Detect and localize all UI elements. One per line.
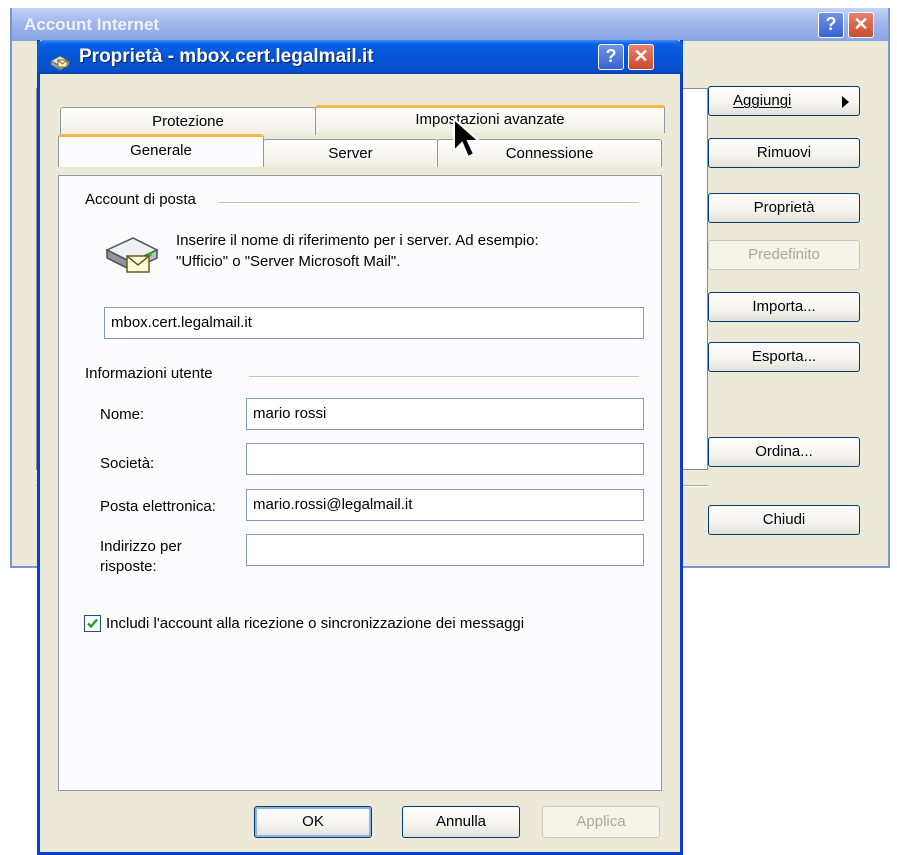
dialog-titlebar[interactable]: Proprietà - mbox.cert.legalmail.it	[37, 40, 683, 74]
email-label: Posta elettronica:	[100, 498, 216, 515]
email-field[interactable]: mario.rossi@legalmail.it	[246, 489, 644, 521]
submenu-arrow-icon	[842, 96, 849, 108]
general-tab-panel: Account di posta Inserire il nome di rif…	[58, 175, 662, 791]
default-button[interactable]: Predefinito	[708, 240, 860, 270]
close-button[interactable]: Chiudi	[708, 505, 860, 535]
mail-account-icon	[49, 49, 71, 83]
properties-button[interactable]: Proprietà	[708, 193, 860, 223]
mouse-pointer-icon	[452, 116, 482, 163]
include-account-checkbox[interactable]	[84, 615, 101, 632]
account-name-field[interactable]: mbox.cert.legalmail.it	[104, 307, 644, 339]
company-field[interactable]	[246, 443, 644, 475]
order-button[interactable]: Ordina...	[708, 437, 860, 467]
dialog-title: Proprietà - mbox.cert.legalmail.it	[79, 46, 374, 67]
mail-account-hint-line2: "Ufficio" o "Server Microsoft Mail".	[176, 253, 401, 270]
tab-server[interactable]: Server	[263, 139, 438, 167]
group-divider	[249, 376, 639, 377]
reply-address-label-line1: Indirizzo per	[100, 538, 182, 555]
checkmark-icon	[87, 618, 98, 629]
export-button[interactable]: Esporta...	[708, 342, 860, 372]
add-button[interactable]: Aggiungi	[708, 86, 860, 116]
apply-button[interactable]: Applica	[542, 806, 660, 838]
tab-protezione[interactable]: Protezione	[60, 107, 316, 135]
name-field[interactable]: mario rossi	[246, 398, 644, 430]
account-internet-titlebar[interactable]: Account Internet	[12, 8, 888, 41]
dialog-help-icon[interactable]: ?	[598, 44, 624, 70]
properties-dialog: Proprietà - mbox.cert.legalmail.it ? ✕ P…	[37, 40, 683, 855]
mail-account-group-label: Account di posta	[85, 191, 202, 208]
help-icon[interactable]: ?	[818, 12, 844, 38]
reply-address-label-line2: risposte:	[100, 558, 157, 575]
group-divider	[219, 202, 639, 203]
add-button-label: Aggiungi	[733, 92, 792, 109]
user-info-group-label: Informazioni utente	[85, 365, 219, 382]
account-internet-title: Account Internet	[24, 15, 160, 34]
cancel-button[interactable]: Annulla	[402, 806, 520, 838]
company-label: Società:	[100, 455, 155, 472]
tab-impostazioni-avanzate[interactable]: Impostazioni avanzate	[315, 105, 665, 133]
reply-address-field[interactable]	[246, 534, 644, 566]
import-button[interactable]: Importa...	[708, 292, 860, 322]
close-icon[interactable]: ✕	[848, 12, 874, 38]
mail-account-hint-line1: Inserire il nome di riferimento per i se…	[176, 232, 539, 249]
include-account-label[interactable]: Includi l'account alla ricezione o sincr…	[106, 615, 524, 632]
mail-server-icon	[103, 232, 161, 284]
tab-generale[interactable]: Generale	[58, 134, 264, 167]
dialog-close-icon[interactable]: ✕	[628, 44, 654, 70]
name-label: Nome:	[100, 406, 145, 423]
ok-button[interactable]: OK	[254, 806, 372, 838]
remove-button[interactable]: Rimuovi	[708, 138, 860, 168]
